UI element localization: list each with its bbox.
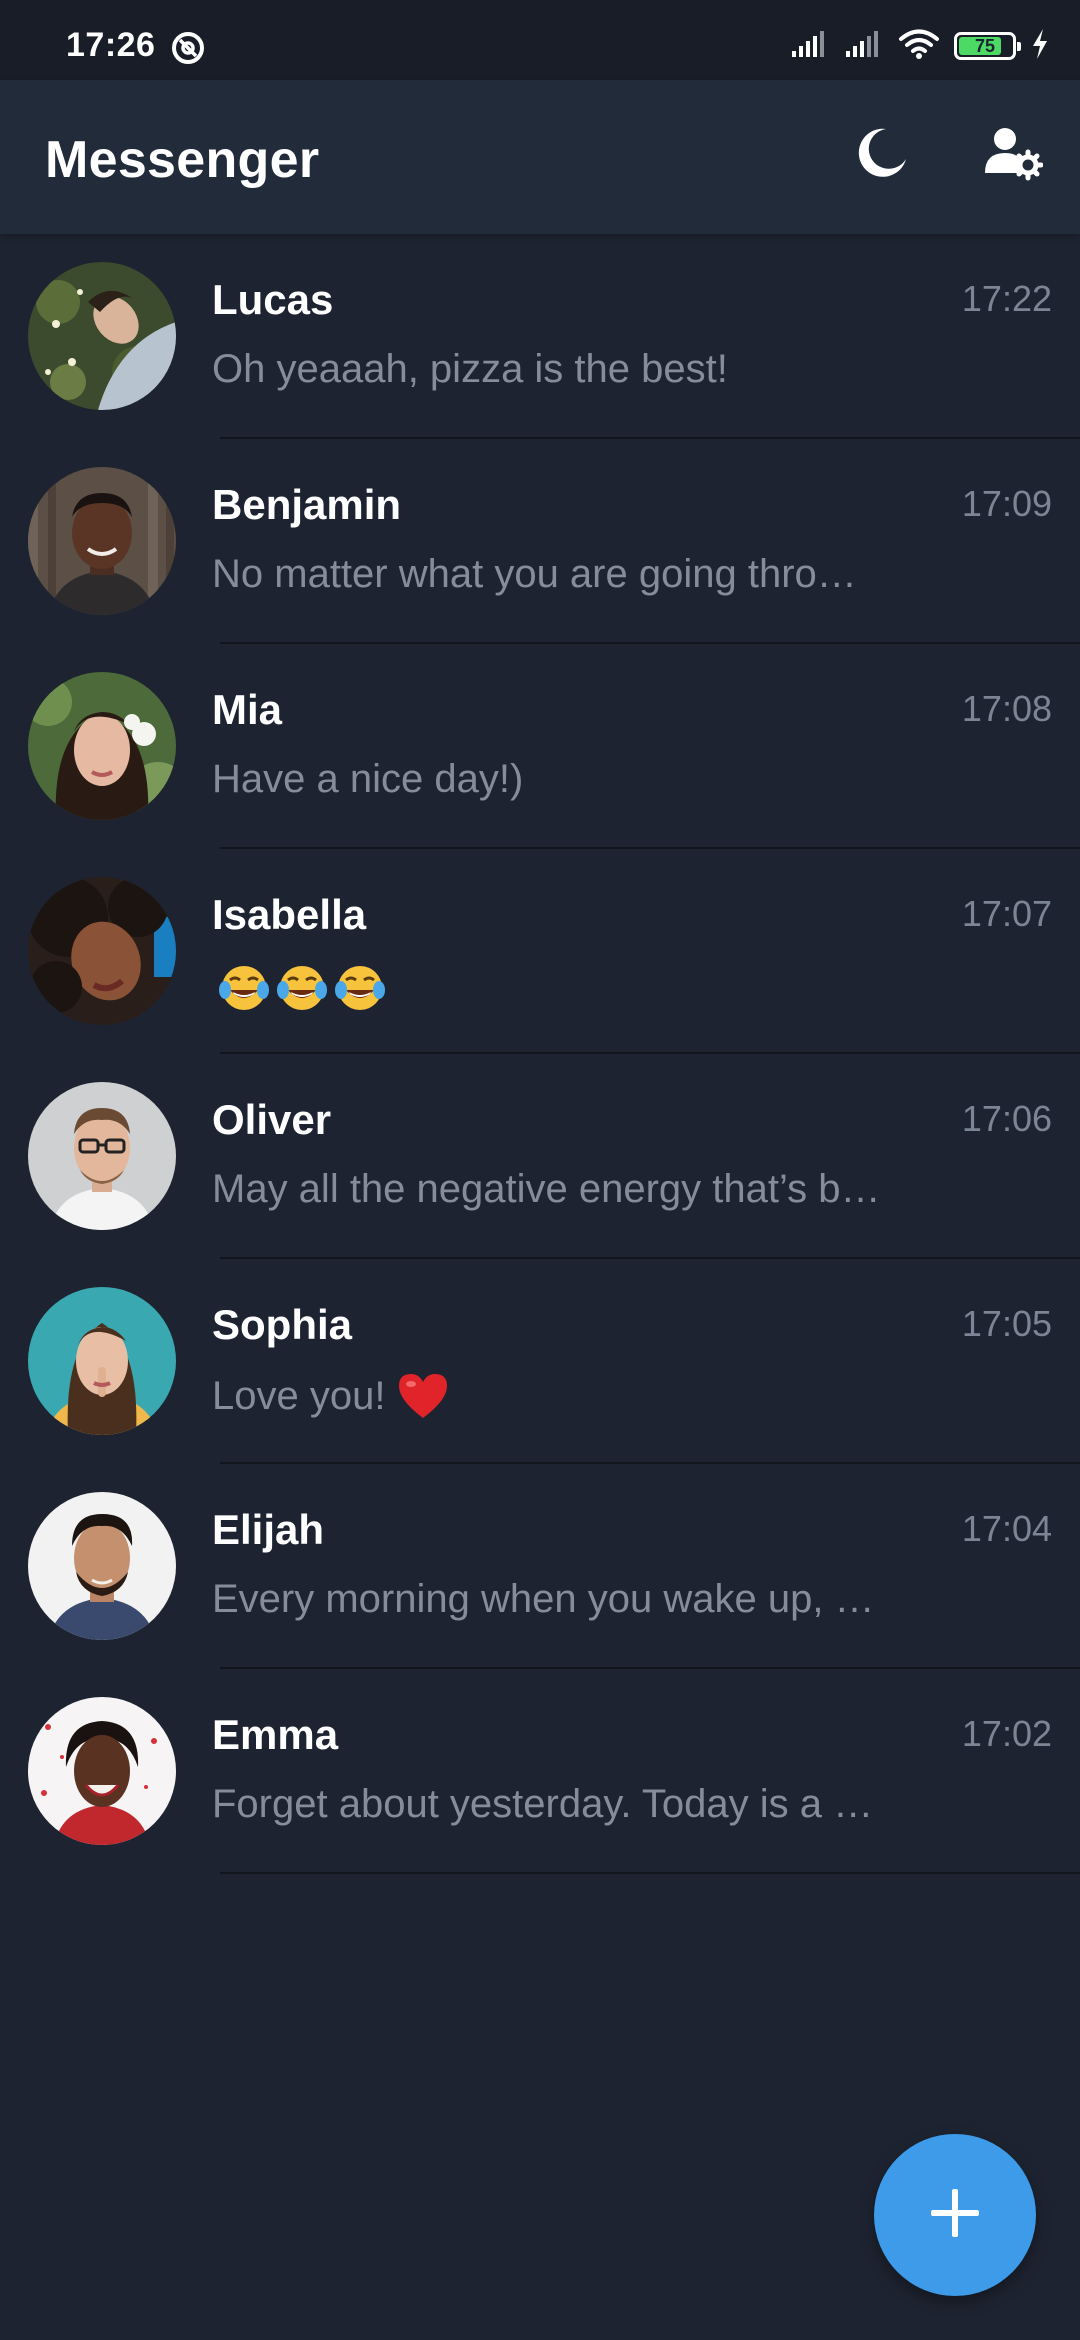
avatar xyxy=(28,1697,176,1845)
chat-preview: No matter what you are going thro… xyxy=(212,552,857,596)
chat-item-benjamin[interactable]: Benjamin 17:09 No matter what you are go… xyxy=(0,439,1080,644)
chat-preview: Every morning when you wake up, … xyxy=(212,1577,875,1621)
chat-preview-text: Love you! xyxy=(212,1373,386,1418)
chat-name: Benjamin xyxy=(212,481,402,528)
battery-level: 75 xyxy=(974,36,996,56)
chat-name: Emma xyxy=(212,1711,339,1758)
status-time: 17:26 xyxy=(66,26,156,64)
charging-icon xyxy=(1030,28,1050,65)
chat-name: Isabella xyxy=(212,891,367,938)
chat-preview: Have a nice day!) xyxy=(212,757,524,801)
chat-item-emma[interactable]: Emma 17:02 Forget about yesterday. Today… xyxy=(0,1669,1080,1874)
laughing-tears-emoji xyxy=(277,966,327,1010)
chat-time: 17:06 xyxy=(961,1098,1052,1139)
chat-time: 17:02 xyxy=(961,1713,1052,1754)
new-message-button[interactable] xyxy=(874,2134,1036,2296)
chat-item-oliver[interactable]: Oliver 17:06 May all the negative energy… xyxy=(0,1054,1080,1259)
chat-time: 17:07 xyxy=(961,893,1052,934)
laughing-tears-emoji xyxy=(219,966,269,1010)
chat-name: Lucas xyxy=(212,276,334,323)
chat-item-sophia[interactable]: Sophia 17:05 Love you! xyxy=(0,1259,1080,1464)
chat-time: 17:22 xyxy=(961,278,1052,319)
user-settings-icon xyxy=(983,125,1044,186)
signal-icon xyxy=(844,29,884,64)
chat-name: Mia xyxy=(212,686,283,733)
red-heart-emoji xyxy=(399,1374,448,1418)
moon-icon xyxy=(854,125,910,186)
app-bar: Messenger xyxy=(0,80,1080,234)
app-title: Messenger xyxy=(45,131,320,189)
do-not-disturb-icon xyxy=(170,30,206,66)
divider xyxy=(220,1872,1080,1874)
battery-icon: 75 xyxy=(954,32,1021,60)
account-settings-button[interactable] xyxy=(978,120,1048,190)
chat-item-lucas[interactable]: Lucas 17:22 Oh yeaaah, pizza is the best… xyxy=(0,234,1080,439)
chat-preview: May all the negative energy that’s b… xyxy=(212,1167,881,1211)
avatar xyxy=(28,672,176,820)
chat-item-elijah[interactable]: Elijah 17:04 Every morning when you wake… xyxy=(0,1464,1080,1669)
chat-item-isabella[interactable]: Isabella 17:07 xyxy=(0,849,1080,1054)
messenger-screen: 17:26 75 Messenger Lucas 17:22 Oh yeaaah… xyxy=(0,0,1080,2340)
plus-icon xyxy=(927,2185,983,2246)
avatar xyxy=(28,262,176,410)
chat-name: Elijah xyxy=(212,1506,325,1553)
status-bar: 17:26 75 xyxy=(0,0,1080,80)
avatar xyxy=(28,877,176,1025)
chat-time: 17:08 xyxy=(961,688,1052,729)
avatar xyxy=(28,1082,176,1230)
chat-name: Sophia xyxy=(212,1301,353,1348)
wifi-icon xyxy=(898,28,940,65)
chat-list: Lucas 17:22 Oh yeaaah, pizza is the best… xyxy=(0,234,1080,1874)
status-icons: 75 xyxy=(790,26,1050,66)
chat-preview xyxy=(212,962,932,1014)
laughing-tears-emoji xyxy=(335,966,385,1010)
chat-preview: Forget about yesterday. Today is a … xyxy=(212,1782,874,1826)
avatar xyxy=(28,1287,176,1435)
chat-preview: Love you! xyxy=(212,1372,932,1420)
chat-name: Oliver xyxy=(212,1096,332,1143)
signal-icon xyxy=(790,29,830,64)
avatar xyxy=(28,467,176,615)
chat-item-mia[interactable]: Mia 17:08 Have a nice day!) xyxy=(0,644,1080,849)
chat-time: 17:04 xyxy=(961,1508,1052,1549)
chat-preview: Oh yeaaah, pizza is the best! xyxy=(212,347,728,391)
chat-time: 17:05 xyxy=(961,1303,1052,1344)
avatar xyxy=(28,1492,176,1640)
night-mode-button[interactable] xyxy=(847,120,917,190)
chat-time: 17:09 xyxy=(961,483,1052,524)
